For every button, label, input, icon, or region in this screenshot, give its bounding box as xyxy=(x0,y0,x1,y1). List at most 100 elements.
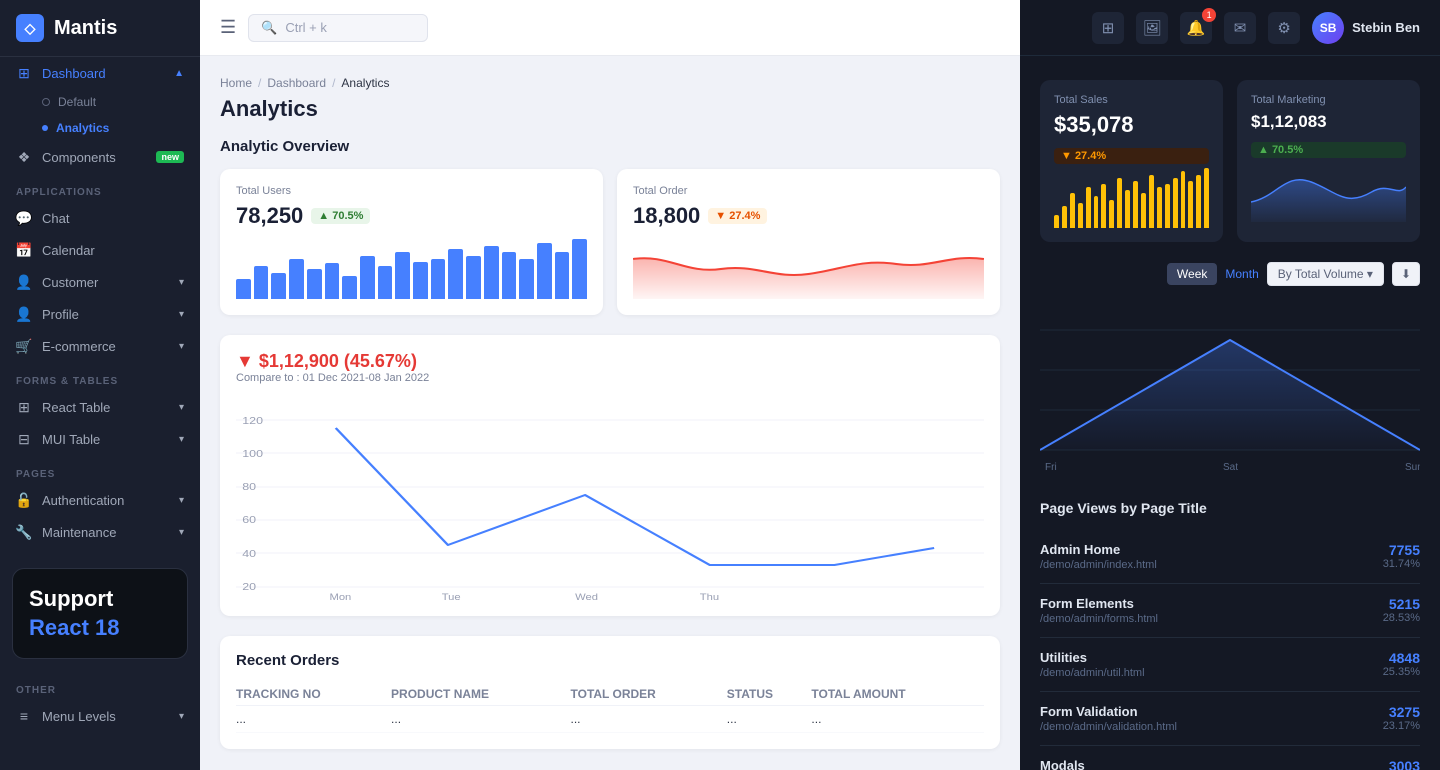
breadcrumb-home[interactable]: Home xyxy=(220,76,252,90)
pv-left: Admin Home /demo/admin/index.html xyxy=(1040,542,1157,571)
dark-income-chart: Fri Sat Sun xyxy=(1040,300,1420,480)
sidebar-item-customer[interactable]: 👤 Customer ▾ xyxy=(0,266,200,298)
orders-table: TRACKING NO PRODUCT NAME TOTAL ORDER STA… xyxy=(236,683,984,733)
bar xyxy=(378,266,393,299)
app-name: Mantis xyxy=(54,17,117,40)
sidebar-item-label-auth: Authentication xyxy=(42,493,169,508)
stat-card-users: Total Users 78,250 ▲ 70.5% xyxy=(220,169,603,315)
pv-right: 7755 31.74% xyxy=(1383,542,1420,570)
bar xyxy=(1173,178,1178,228)
pv-item-modals: Modals /demo/admin/modals.html 3003 22.2… xyxy=(1040,746,1420,770)
svg-text:60: 60 xyxy=(242,515,256,526)
sidebar-item-profile[interactable]: 👤 Profile ▾ xyxy=(0,298,200,330)
mail-icon-button[interactable]: ✉ xyxy=(1224,12,1256,44)
user-name: Stebin Ben xyxy=(1352,20,1420,35)
cell: ... xyxy=(571,706,727,733)
sidebar-item-maintenance[interactable]: 🔧 Maintenance ▾ xyxy=(0,516,200,548)
chat-icon: 💬 xyxy=(16,210,32,226)
users-bar-chart xyxy=(236,239,587,299)
col-total-order: TOTAL ORDER xyxy=(571,683,727,706)
btn-week[interactable]: Week xyxy=(1167,263,1217,285)
sidebar-item-label-ecommerce: E-commerce xyxy=(42,339,169,354)
svg-text:Wed: Wed xyxy=(575,593,598,600)
user-info[interactable]: SB Stebin Ben xyxy=(1312,12,1420,44)
sidebar-item-calendar[interactable]: 📅 Calendar xyxy=(0,234,200,266)
cell: ... xyxy=(811,706,984,733)
sidebar-item-dashboard[interactable]: ⊞ Dashboard ▲ xyxy=(0,57,200,89)
bar xyxy=(502,252,517,299)
calendar-icon: 📅 xyxy=(16,242,32,258)
pv-left: Modals /demo/admin/modals.html xyxy=(1040,758,1166,770)
pv-left: Utilities /demo/admin/util.html xyxy=(1040,650,1145,679)
stat-card-orders: Total Order 18,800 ▼ 27.4% xyxy=(617,169,1000,315)
sidebar-item-label-profile: Profile xyxy=(42,307,169,322)
search-box[interactable]: 🔍 Ctrl + k xyxy=(248,14,428,42)
bar xyxy=(572,239,587,299)
sidebar-item-authentication[interactable]: 🔓 Authentication ▾ xyxy=(0,484,200,516)
sales-badge-row: ▼ 27.4% xyxy=(1054,148,1209,164)
support-line2: React 18 xyxy=(29,615,120,640)
btn-month[interactable]: Month xyxy=(1225,267,1258,281)
avatar: SB xyxy=(1312,12,1344,44)
section-label-forms: Forms & Tables xyxy=(0,362,200,391)
menu-toggle-button[interactable]: ☰ xyxy=(220,17,236,38)
chevron-down-icon6: ▾ xyxy=(179,495,184,506)
new-badge: new xyxy=(156,151,184,163)
pv-item-form-validation: Form Validation /demo/admin/validation.h… xyxy=(1040,692,1420,746)
bar xyxy=(466,256,481,299)
sidebar-item-label-maintenance: Maintenance xyxy=(42,525,169,540)
bar xyxy=(1078,203,1083,228)
bar xyxy=(395,252,410,299)
sidebar-item-mui-table[interactable]: ⊟ MUI Table ▾ xyxy=(0,423,200,455)
sidebar-item-ecommerce[interactable]: 🛒 E-commerce ▾ xyxy=(0,330,200,362)
svg-text:80: 80 xyxy=(242,482,256,493)
sidebar-logo[interactable]: ◇ Mantis xyxy=(0,0,200,57)
bar xyxy=(413,262,428,299)
sidebar-subitem-default[interactable]: Default xyxy=(0,89,200,115)
settings-icon-button[interactable]: ⚙ xyxy=(1268,12,1300,44)
support-banner[interactable]: Support React 18 xyxy=(12,568,188,659)
stat-badge-users: ▲ 70.5% xyxy=(311,208,370,224)
stat-label-sales: Total Sales xyxy=(1054,94,1209,106)
chevron-down-icon3: ▾ xyxy=(179,341,184,352)
btn-volume[interactable]: By Total Volume ▾ xyxy=(1267,262,1384,286)
bar xyxy=(325,263,340,299)
maintenance-icon: 🔧 xyxy=(16,524,32,540)
section-label-applications: Applications xyxy=(0,173,200,202)
stat-label-users: Total Users xyxy=(236,185,587,197)
grid-icon-button[interactable]: ⊞ xyxy=(1092,12,1124,44)
chevron-down-icon4: ▾ xyxy=(179,402,184,413)
sidebar-subitem-analytics[interactable]: Analytics xyxy=(0,115,200,141)
pv-title: Utilities xyxy=(1040,650,1145,665)
col-total-amount: TOTAL AMOUNT xyxy=(811,683,984,706)
bar xyxy=(236,279,251,299)
svg-text:40: 40 xyxy=(242,549,256,560)
sidebar-item-react-table[interactable]: ⊞ React Table ▾ xyxy=(0,391,200,423)
section-label-pages: Pages xyxy=(0,455,200,484)
support-line1: Support xyxy=(29,586,113,611)
sidebar-item-chat[interactable]: 💬 Chat xyxy=(0,202,200,234)
btn-download[interactable]: ⬇ xyxy=(1392,262,1420,286)
bar xyxy=(448,249,463,299)
pv-title: Admin Home xyxy=(1040,542,1157,557)
breadcrumb-dashboard[interactable]: Dashboard xyxy=(267,76,326,90)
pv-left: Form Validation /demo/admin/validation.h… xyxy=(1040,704,1177,733)
pv-title: Modals xyxy=(1040,758,1166,770)
bar xyxy=(1101,184,1106,228)
svg-text:Thu: Thu xyxy=(700,593,719,600)
sidebar-item-components[interactable]: ❖ Components new xyxy=(0,141,200,173)
pv-right: 3003 22.21% xyxy=(1383,758,1420,770)
sidebar-item-menu-levels[interactable]: ≡ Menu Levels ▾ xyxy=(0,700,200,732)
breadcrumb-sep2: / xyxy=(332,76,335,90)
breadcrumb-sep1: / xyxy=(258,76,261,90)
ecommerce-icon: 🛒 xyxy=(16,338,32,354)
notification-icon-button[interactable]: 🔔 1 xyxy=(1180,12,1212,44)
pv-pct: 31.74% xyxy=(1383,558,1420,570)
section-label-other: Other xyxy=(0,671,200,700)
image-icon-button[interactable]: 🖼 xyxy=(1136,12,1168,44)
bar xyxy=(537,243,552,299)
support-text: Support React 18 xyxy=(29,585,171,642)
stat-label-orders: Total Order xyxy=(633,185,984,197)
stat-value-sales: $35,078 xyxy=(1054,112,1134,138)
bar xyxy=(1149,175,1154,228)
